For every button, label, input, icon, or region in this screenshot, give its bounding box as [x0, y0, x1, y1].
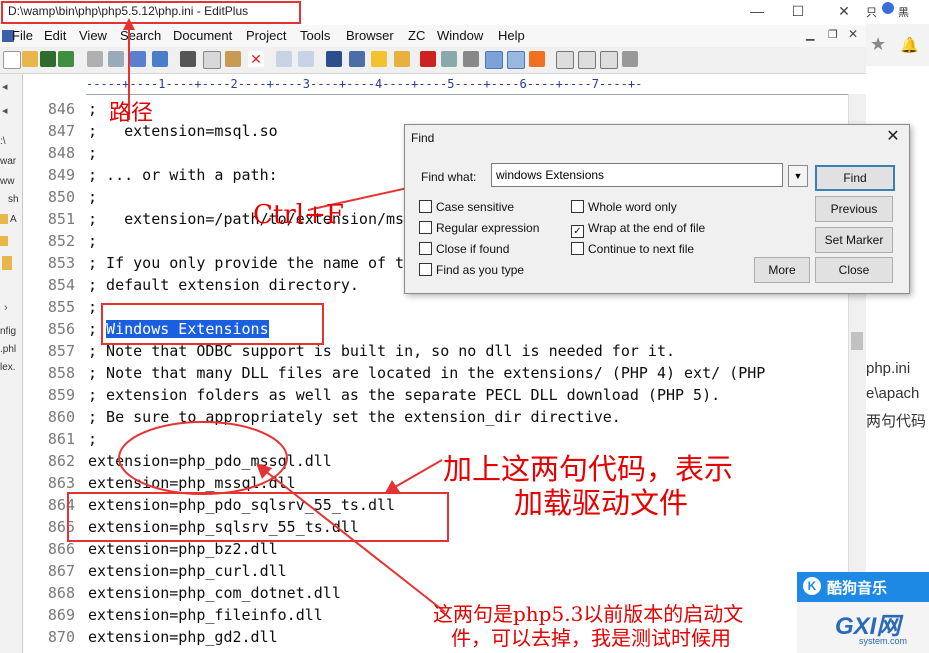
- checkbox-box: [419, 263, 432, 276]
- annotation-shortcut: Ctrl+F: [253, 200, 344, 230]
- checkbox-box: [571, 200, 584, 213]
- checkbox-box: [419, 200, 432, 213]
- watermark-url: system.com: [859, 636, 908, 646]
- case-sensitive-checkbox[interactable]: Case sensitive: [419, 200, 514, 214]
- annotation-add-lines: 加载驱动文件: [514, 486, 689, 520]
- find-what-value: windows Extensions: [496, 168, 605, 182]
- check-icon: ✓: [571, 225, 584, 238]
- arrow-head: [256, 463, 272, 479]
- find-what-input[interactable]: windows Extensions ▾: [491, 163, 863, 219]
- find-button[interactable]: Find: [815, 165, 895, 191]
- more-button[interactable]: More: [754, 257, 810, 283]
- close-icon[interactable]: ✕: [883, 127, 903, 147]
- annotation-path: 路径: [109, 101, 154, 126]
- kugou-widget[interactable]: K 酷狗音乐: [797, 572, 929, 602]
- previous-button[interactable]: Previous: [815, 196, 893, 222]
- arrow-old-lines: [263, 469, 446, 613]
- whole-word-only-checkbox[interactable]: Whole word only: [571, 200, 677, 214]
- close-if-found-checkbox[interactable]: Close if found: [419, 242, 509, 256]
- kugou-label: 酷狗音乐: [827, 580, 888, 597]
- annotation-old-note: 件，可以去掉，我是测试时候用: [451, 626, 731, 650]
- regex-menu-button[interactable]: ▼: [788, 165, 808, 187]
- circle-old-lines: [118, 421, 288, 495]
- kugou-logo-icon: K: [803, 577, 821, 595]
- close-button[interactable]: Close: [815, 257, 893, 283]
- checkbox-box: [419, 221, 432, 234]
- find-dialog: Find ✕ Find what: windows Extensions ▾ ▼…: [404, 124, 910, 294]
- set-marker-button[interactable]: Set Marker: [815, 227, 893, 253]
- wrap-at-end-checkbox[interactable]: ✓ Wrap at the end of file: [571, 221, 705, 238]
- arrow-add-lines: [394, 459, 443, 488]
- find-as-you-type-checkbox[interactable]: Find as you type: [419, 263, 524, 277]
- dialog-title: Find: [411, 131, 435, 145]
- checkbox-box: [419, 242, 432, 255]
- regular-expression-checkbox[interactable]: Regular expression: [419, 221, 539, 235]
- arrow-head: [123, 18, 135, 30]
- checkbox-box: [571, 242, 584, 255]
- watermark: GXI网 system.com: [797, 602, 929, 653]
- find-what-label: Find what:: [421, 170, 477, 184]
- continue-next-file-checkbox[interactable]: Continue to next file: [571, 242, 694, 256]
